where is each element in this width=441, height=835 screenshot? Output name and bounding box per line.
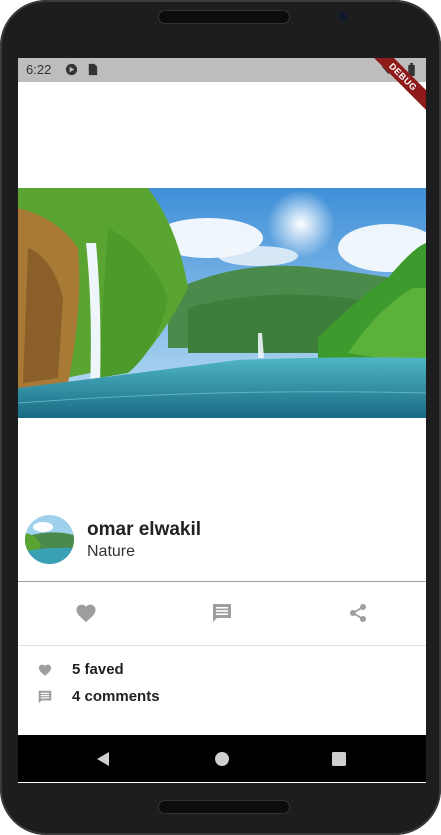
play-protect-icon [65,63,78,76]
bottom-speaker [158,800,290,814]
author-avatar[interactable] [25,515,74,564]
navigation-bar [18,735,426,782]
back-button[interactable] [93,749,113,769]
status-time: 6:22 [26,62,52,77]
share-button[interactable] [338,596,378,630]
share-icon [350,604,366,622]
post-image[interactable] [18,188,426,418]
comment-icon [213,604,231,622]
content-divider [18,581,426,582]
waterfall-landscape-image [18,188,426,418]
author-name: omar elwakil [87,519,202,540]
back-icon [97,752,109,766]
top-speaker [158,10,290,24]
recents-icon [332,752,346,766]
avatar-image [25,515,74,564]
app-screen: 6:22 DEBUG omar elwakil Nature 5 faved 4… [18,58,426,783]
debug-ribbon: DEBUG [366,58,426,114]
recents-button[interactable] [329,749,349,769]
heart-icon [76,604,96,623]
status-bar: 6:22 DEBUG [18,58,426,114]
post-category: Nature [87,543,136,560]
favorite-button[interactable] [66,596,106,630]
comment-button[interactable] [202,596,242,630]
sd-card-icon [88,63,98,76]
home-button[interactable] [212,749,232,769]
faves-count: 5 faved [72,661,124,678]
front-camera [338,12,348,22]
phone-frame: 6:22 DEBUG omar elwakil Nature 5 faved 4… [0,0,441,835]
comments-icon [38,690,52,704]
comments-count: 4 comments [72,688,160,705]
faves-heart-icon [38,664,52,676]
actions-divider [18,645,426,646]
home-icon [215,752,229,766]
